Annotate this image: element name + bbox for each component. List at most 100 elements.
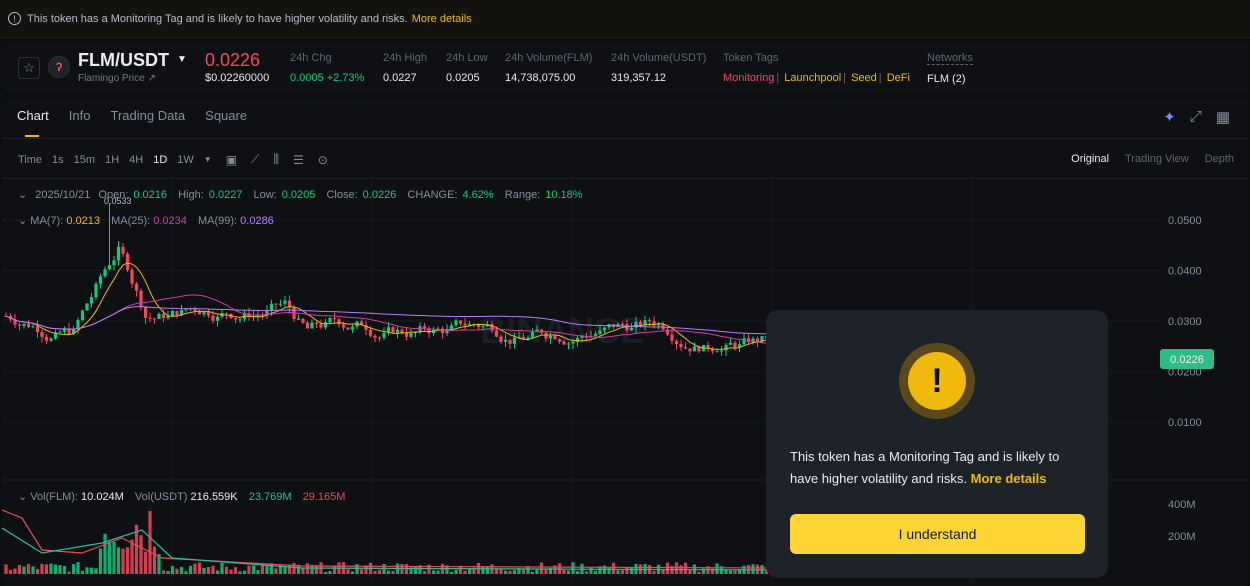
low-label: Low: xyxy=(253,189,277,201)
volume-bar xyxy=(616,570,620,574)
candle-body xyxy=(134,283,139,291)
volume-bar xyxy=(116,547,121,574)
volume-bar xyxy=(436,570,440,574)
candle-body xyxy=(121,246,125,254)
volume-bar xyxy=(220,562,224,574)
candle-body xyxy=(575,337,580,343)
token-tags-list: Monitoring | Launchpool | Seed | DeFi xyxy=(723,72,910,84)
volume-bar xyxy=(359,569,364,574)
candle-body xyxy=(80,310,85,320)
banner-more-details-link[interactable]: More details xyxy=(412,13,472,25)
volume-bar xyxy=(485,566,490,574)
candle-body xyxy=(202,311,206,315)
tag-launchpool[interactable]: Launchpool xyxy=(784,72,841,84)
volume-bar xyxy=(4,564,8,574)
volume-bar xyxy=(431,570,436,574)
ohlc-date: 2025/10/21 xyxy=(35,189,91,201)
tag-seed[interactable]: Seed xyxy=(851,72,877,84)
volume-bar xyxy=(733,570,737,574)
candle-body xyxy=(418,326,422,333)
tag-defi[interactable]: DeFi xyxy=(887,72,910,84)
candle-body xyxy=(152,318,157,320)
collapse-caret-icon[interactable]: ⌄ xyxy=(18,215,27,227)
candle-body xyxy=(341,324,346,328)
candle-body xyxy=(593,333,598,336)
volume-bar xyxy=(103,533,107,574)
volume-bar xyxy=(607,567,611,574)
candle-body xyxy=(283,300,287,304)
volume-bar xyxy=(211,565,215,574)
current-price-tag-text: 0.0226 xyxy=(1170,354,1204,366)
volume-bar xyxy=(386,570,391,574)
monitoring-banner: ! This token has a Monitoring Tag and is… xyxy=(0,0,1250,38)
candle-body xyxy=(400,329,404,333)
volume-bar xyxy=(152,546,157,574)
volume-bar xyxy=(503,570,508,574)
collapse-caret-icon[interactable]: ⌄ xyxy=(18,491,27,503)
vol-usdt-label: Vol(USDT) xyxy=(134,491,188,503)
volume-bar xyxy=(67,571,71,574)
candle-body xyxy=(224,313,229,315)
volume-bar xyxy=(17,564,22,574)
candle-body xyxy=(166,316,170,319)
volume-bar xyxy=(265,564,269,574)
candle-body xyxy=(755,338,760,342)
candle-body xyxy=(728,342,733,345)
volume-bar xyxy=(188,565,193,574)
volume-bar xyxy=(521,569,526,574)
candle-body xyxy=(494,330,499,337)
candle-body xyxy=(256,315,260,317)
volume-bar xyxy=(184,571,188,574)
candle-body xyxy=(175,310,179,316)
volume-bar xyxy=(422,571,427,574)
volume-bar xyxy=(508,570,512,574)
volume-bar xyxy=(530,571,535,574)
ma7-value: 0.0213 xyxy=(66,215,100,227)
volume-bar xyxy=(512,570,517,574)
pair-dropdown-icon[interactable]: ▼ xyxy=(177,54,187,65)
low-value: 0.0205 xyxy=(281,189,316,201)
volume-bar xyxy=(139,535,143,574)
collapse-caret-icon[interactable]: ⌄ xyxy=(18,189,27,201)
last-price-usd: $0.02260000 xyxy=(205,72,270,84)
volume-bar xyxy=(175,568,179,574)
volume-bar xyxy=(373,571,377,574)
volume-tick-label: 200M xyxy=(1168,531,1196,543)
volume-bar xyxy=(413,566,418,574)
tag-monitoring[interactable]: Monitoring xyxy=(723,72,774,84)
dialog-more-details-link[interactable]: More details xyxy=(971,471,1047,486)
volume-bar xyxy=(562,569,566,574)
candle-body xyxy=(512,337,517,344)
networks-value[interactable]: FLM (2) xyxy=(927,73,973,85)
volume-bar xyxy=(755,564,760,574)
candle-body xyxy=(422,326,427,329)
i-understand-button[interactable]: I understand xyxy=(790,514,1085,554)
vol-flm-value: 10.024M xyxy=(81,491,124,503)
volume-bar xyxy=(377,569,382,574)
ma-lines xyxy=(5,262,767,350)
dialog-message: This token has a Monitoring Tag and is l… xyxy=(790,446,1090,490)
candle-body xyxy=(688,348,692,352)
favorite-star-icon[interactable]: ☆ xyxy=(18,57,40,79)
stat-label: 24h Volume(FLM) xyxy=(505,52,593,64)
ma99-line xyxy=(5,306,767,335)
flamingo-price-link[interactable]: Flamingo Price ↗ xyxy=(78,73,156,84)
price-tick-label: 0.0500 xyxy=(1168,215,1202,227)
volume-bar xyxy=(8,569,13,574)
candle-body xyxy=(274,303,278,305)
candle-body xyxy=(724,344,728,351)
stat-value: 0.0227 xyxy=(383,72,417,84)
candle-body xyxy=(440,328,445,334)
candle-body xyxy=(454,320,458,326)
open-label: Open: xyxy=(98,189,129,201)
high-value: 0.0227 xyxy=(208,189,243,201)
volume-bar xyxy=(94,568,98,574)
open-value: 0.0216 xyxy=(133,189,168,201)
candle-body xyxy=(310,322,314,329)
candle-body xyxy=(184,309,188,311)
pair-symbol[interactable]: FLM/USDT xyxy=(78,50,169,71)
volume-bar xyxy=(391,570,395,574)
candle-body xyxy=(530,331,535,338)
volume-bar xyxy=(575,571,580,574)
volume-bar xyxy=(130,539,134,574)
